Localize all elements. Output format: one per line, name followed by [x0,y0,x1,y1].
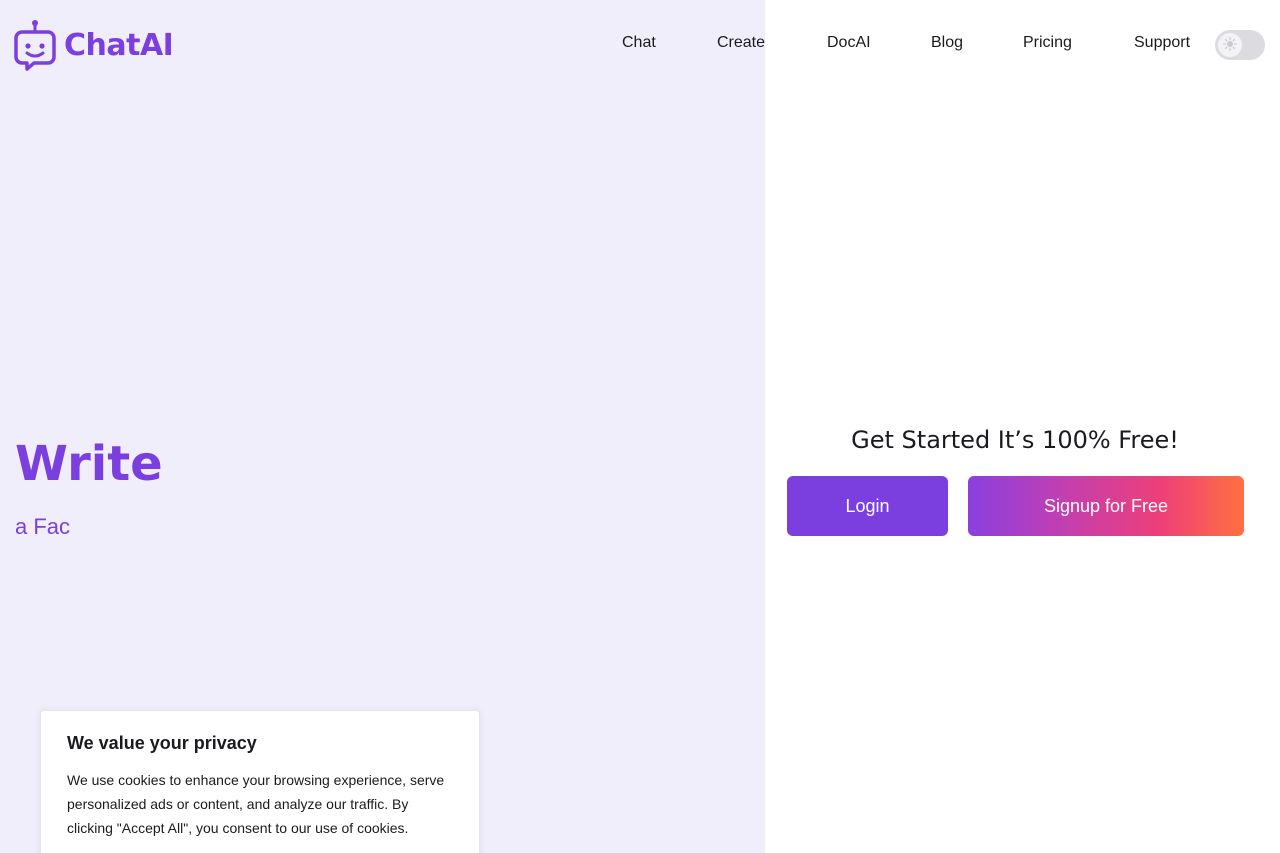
nav-item-create[interactable]: Create [717,34,765,52]
theme-toggle[interactable] [1215,30,1265,60]
cookie-banner-text: We use cookies to enhance your browsing … [67,772,445,836]
cookie-banner: We value your privacy We use cookies to … [40,710,480,853]
nav-item-pricing[interactable]: Pricing [1023,34,1072,52]
get-started-heading: Get Started It’s 100% Free! [851,426,1179,454]
main-nav: Chat Create DocAI Blog Pricing Support [0,34,1280,58]
nav-item-docai[interactable]: DocAI [827,34,871,52]
login-button[interactable]: Login [787,476,948,536]
nav-item-chat[interactable]: Chat [622,34,656,52]
toggle-knob [1218,33,1242,57]
signup-button[interactable]: Signup for Free [968,476,1244,536]
hero-title: Write [15,436,163,492]
cookie-banner-title: We value your privacy [67,733,257,753]
nav-item-support[interactable]: Support [1134,34,1190,52]
sun-icon [1223,36,1237,55]
hero-subtitle: a Fac [15,514,71,539]
nav-item-blog[interactable]: Blog [931,34,963,52]
